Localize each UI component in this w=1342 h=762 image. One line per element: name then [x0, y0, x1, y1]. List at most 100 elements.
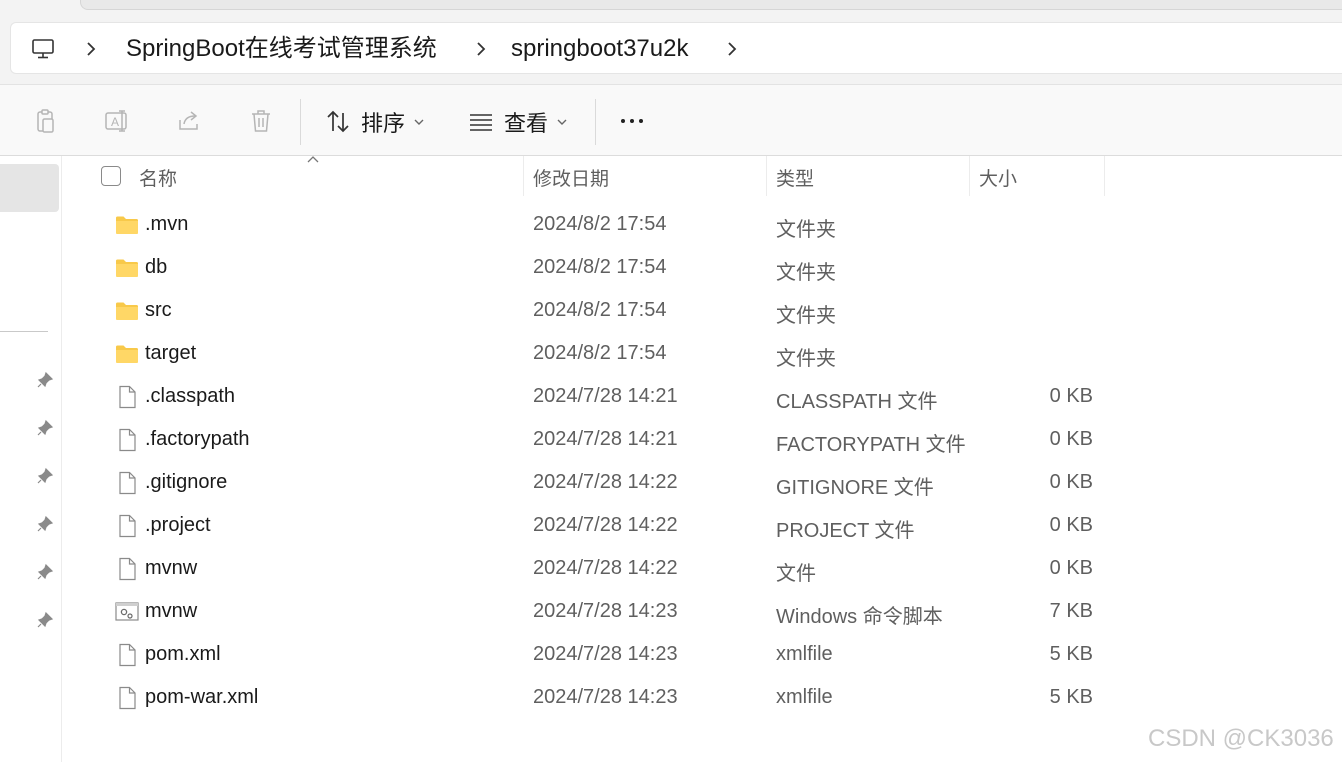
file-icon: [114, 556, 140, 582]
file-icon: [114, 470, 140, 496]
column-separator[interactable]: [766, 156, 767, 196]
file-size: 0 KB: [1049, 514, 1093, 536]
file-size: 0 KB: [1049, 557, 1093, 579]
sort-ascending-icon: [307, 156, 319, 163]
this-pc-icon[interactable]: [31, 37, 55, 61]
file-date: 2024/7/28 14:23: [533, 600, 678, 622]
file-size: 7 KB: [1049, 600, 1093, 622]
file-date: 2024/7/28 14:21: [533, 385, 678, 407]
file-row[interactable]: src 2024/8/2 17:54 文件夹: [62, 289, 1342, 332]
pin-icon[interactable]: [36, 611, 54, 629]
file-name: .mvn: [145, 213, 189, 235]
paste-icon[interactable]: [31, 107, 59, 135]
more-options-icon[interactable]: [618, 107, 646, 135]
breadcrumb-item-folder[interactable]: springboot37u2k: [511, 35, 688, 63]
file-date: 2024/8/2 17:54: [533, 256, 667, 278]
file-row[interactable]: target 2024/8/2 17:54 文件夹: [62, 332, 1342, 375]
rename-icon[interactable]: A: [103, 107, 131, 135]
file-name: pom.xml: [145, 643, 221, 665]
tab-edge: [80, 0, 1342, 10]
file-date: 2024/7/28 14:22: [533, 514, 678, 536]
file-name: mvnw: [145, 557, 198, 579]
file-type: xmlfile: [776, 643, 833, 665]
file-type: CLASSPATH 文件: [776, 391, 938, 413]
chevron-right-icon[interactable]: [724, 40, 740, 58]
chevron-down-icon: [414, 119, 424, 125]
command-bar: A 排序 查看: [0, 84, 1342, 156]
file-date: 2024/7/28 14:23: [533, 643, 678, 665]
file-date: 2024/7/28 14:23: [533, 686, 678, 708]
file-name: db: [145, 256, 168, 278]
file-icon: [114, 427, 140, 453]
chevron-right-icon[interactable]: [473, 40, 489, 58]
file-type: 文件夹: [776, 305, 836, 327]
file-row[interactable]: .factorypath 2024/7/28 14:21 FACTORYPATH 文…: [62, 418, 1342, 461]
folder-icon: [114, 212, 140, 238]
file-icon: [114, 642, 140, 668]
column-separator[interactable]: [969, 156, 970, 196]
chevron-down-icon: [557, 119, 567, 125]
share-icon[interactable]: [175, 107, 203, 135]
file-icon: [114, 513, 140, 539]
file-row[interactable]: .classpath 2024/7/28 14:21 CLASSPATH 文件 0 K…: [62, 375, 1342, 418]
file-type: Windows 命令脚本: [776, 606, 943, 628]
view-button[interactable]: 查看: [468, 107, 568, 137]
view-lines-icon: [470, 114, 492, 131]
column-size[interactable]: 大小: [979, 164, 1017, 191]
file-type: GITIGNORE 文件: [776, 477, 934, 499]
file-size: 5 KB: [1049, 686, 1093, 708]
file-row[interactable]: .gitignore 2024/7/28 14:22 GITIGNORE 文件 0 K…: [62, 461, 1342, 504]
file-type: xmlfile: [776, 686, 833, 708]
file-date: 2024/7/28 14:22: [533, 557, 678, 579]
file-size: 5 KB: [1049, 643, 1093, 665]
file-row[interactable]: pom.xml 2024/7/28 14:23 xmlfile 5 KB: [62, 633, 1342, 676]
breadcrumb-item-project[interactable]: SpringBoot在线考试管理系统: [126, 35, 437, 63]
file-type: FACTORYPATH 文件: [776, 434, 966, 456]
pin-icon[interactable]: [36, 371, 54, 389]
file-type: 文件夹: [776, 348, 836, 370]
toolbar-separator: [595, 99, 596, 145]
sort-arrows-icon: [327, 110, 349, 133]
file-row[interactable]: mvnw 2024/7/28 14:23 Windows 命令脚本 7 KB: [62, 590, 1342, 633]
view-label: 查看: [504, 111, 549, 136]
nav-divider: [0, 331, 48, 332]
column-separator[interactable]: [1104, 156, 1105, 196]
pin-icon[interactable]: [36, 563, 54, 581]
sort-button[interactable]: 排序: [325, 107, 425, 137]
file-name: .project: [145, 514, 211, 536]
toolbar-separator: [300, 99, 301, 145]
pin-icon[interactable]: [36, 419, 54, 437]
file-icon: [114, 384, 140, 410]
file-size: 0 KB: [1049, 385, 1093, 407]
navigation-pane: [0, 156, 62, 762]
file-size: 0 KB: [1049, 471, 1093, 493]
file-row[interactable]: .project 2024/7/28 14:22 PROJECT 文件 0 KB: [62, 504, 1342, 547]
file-row[interactable]: mvnw 2024/7/28 14:22 文件 0 KB: [62, 547, 1342, 590]
file-type: 文件夹: [776, 262, 836, 284]
file-size: 0 KB: [1049, 428, 1093, 450]
nav-item-selected[interactable]: [0, 164, 59, 212]
file-name: pom-war.xml: [145, 686, 259, 708]
column-date[interactable]: 修改日期: [533, 164, 609, 191]
pin-icon[interactable]: [36, 515, 54, 533]
select-all-checkbox[interactable]: [101, 166, 121, 186]
svg-text:A: A: [111, 115, 119, 129]
column-name[interactable]: 名称: [139, 164, 177, 191]
delete-icon[interactable]: [247, 107, 275, 135]
file-name: src: [145, 299, 172, 321]
folder-icon: [114, 341, 140, 367]
file-date: 2024/7/28 14:22: [533, 471, 678, 493]
folder-icon: [114, 298, 140, 324]
address-bar[interactable]: SpringBoot在线考试管理系统 springboot37u2k: [10, 22, 1342, 74]
file-row[interactable]: db 2024/8/2 17:54 文件夹: [62, 246, 1342, 289]
file-name: target: [145, 342, 197, 364]
column-separator[interactable]: [523, 156, 524, 196]
file-date: 2024/8/2 17:54: [533, 213, 667, 235]
pin-icon[interactable]: [36, 467, 54, 485]
file-row[interactable]: .mvn 2024/8/2 17:54 文件夹: [62, 203, 1342, 246]
column-type[interactable]: 类型: [776, 164, 814, 191]
chevron-right-icon[interactable]: [83, 40, 99, 58]
file-date: 2024/8/2 17:54: [533, 342, 667, 364]
file-row[interactable]: pom-war.xml 2024/7/28 14:23 xmlfile 5 KB: [62, 676, 1342, 719]
watermark: CSDN @CK3036: [1148, 725, 1334, 752]
